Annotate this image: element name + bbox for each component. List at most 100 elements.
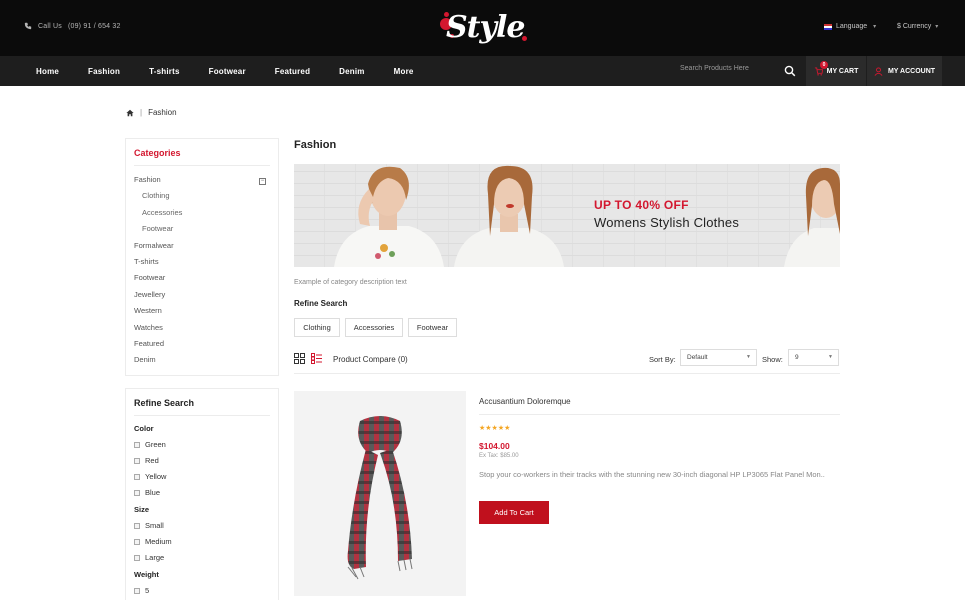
category-item[interactable]: Denim — [134, 355, 274, 371]
chevron-down-icon: ▾ — [935, 24, 939, 30]
weight-option-5[interactable]: 5 — [134, 586, 149, 595]
home-icon[interactable] — [126, 109, 134, 117]
category-item[interactable]: Footwear — [134, 224, 274, 240]
product-compare-link[interactable]: Product Compare (0) — [333, 355, 408, 364]
checkbox[interactable] — [134, 522, 140, 529]
category-item[interactable]: Fashion — [134, 175, 274, 191]
main-menu: Home Fashion T-shirts Footwear Featured … — [36, 56, 443, 86]
chevron-down-icon: ▾ — [873, 24, 877, 30]
top-bar: Call Us (09) 91 / 654 32 Style Language … — [0, 0, 965, 56]
color-option-green[interactable]: Green — [134, 440, 166, 449]
option-label: 5 — [145, 586, 150, 595]
category-item[interactable]: Accessories — [134, 208, 274, 224]
call-us: Call Us (09) 91 / 654 32 — [24, 22, 121, 30]
breadcrumb-separator: | — [140, 108, 143, 117]
checkbox[interactable] — [134, 441, 140, 448]
subcategory-clothing[interactable]: Clothing — [294, 318, 340, 337]
option-label: Blue — [145, 488, 161, 497]
color-filter-label: Color — [134, 424, 154, 433]
category-item[interactable]: T-shirts — [134, 257, 274, 273]
divider — [294, 373, 840, 374]
nav-item-footwear[interactable]: Footwear — [209, 67, 246, 76]
show-label: Show: — [762, 355, 783, 364]
subcategory-footwear[interactable]: Footwear — [408, 318, 457, 337]
account-button[interactable]: MY ACCOUNT — [867, 56, 942, 86]
grid-view-icon[interactable] — [294, 353, 305, 364]
currency-selector[interactable]: $ Currency ▾ — [897, 23, 938, 30]
nav-item-tshirts[interactable]: T-shirts — [149, 67, 180, 76]
model-image — [784, 167, 840, 267]
show-select[interactable]: 9 ▼ — [788, 349, 839, 366]
checkbox[interactable] — [134, 457, 140, 464]
refine-title: Refine Search — [134, 398, 195, 408]
checkbox[interactable] — [134, 538, 140, 545]
model-image — [334, 166, 444, 267]
checkbox[interactable] — [134, 473, 140, 480]
add-to-cart-button[interactable]: Add To Cart — [479, 501, 549, 524]
checkbox[interactable] — [134, 554, 140, 561]
category-item[interactable]: Clothing — [134, 191, 274, 207]
size-option-small[interactable]: Small — [134, 521, 164, 530]
category-description: Example of category description text — [294, 279, 407, 286]
list-view-icon[interactable] — [311, 353, 322, 364]
size-option-large[interactable]: Large — [134, 553, 164, 562]
refine-search-label: Refine Search — [294, 299, 348, 308]
category-banner: UP TO 40% OFF Womens Stylish Clothes — [294, 164, 840, 267]
category-item[interactable]: Formalwear — [134, 241, 274, 257]
size-option-medium[interactable]: Medium — [134, 537, 172, 546]
color-option-blue[interactable]: Blue — [134, 488, 160, 497]
sort-select[interactable]: Default ▼ — [680, 349, 757, 366]
cart-label: MY CART — [826, 67, 859, 75]
chevron-down-icon: ▼ — [746, 354, 751, 360]
nav-item-more[interactable]: More — [394, 67, 414, 76]
category-item[interactable]: Footwear — [134, 273, 274, 289]
category-item[interactable]: Jewellery — [134, 290, 274, 306]
banner-discount: UP TO 40% OFF — [594, 198, 689, 212]
scarf-image — [347, 416, 413, 580]
product-name[interactable]: Accusantium Doloremque — [479, 397, 571, 406]
banner-headline: Womens Stylish Clothes — [594, 215, 740, 230]
color-option-red[interactable]: Red — [134, 456, 159, 465]
categories-title: Categories — [134, 148, 181, 158]
checkbox[interactable] — [134, 587, 140, 594]
category-item[interactable]: Western — [134, 306, 274, 322]
option-label: Small — [145, 521, 164, 530]
sort-value: Default — [687, 354, 708, 361]
category-item[interactable]: Featured — [134, 339, 274, 355]
cart-count-badge: 0 — [820, 61, 828, 69]
product-price: $104.00 — [479, 441, 510, 451]
sort-label: Sort By: — [649, 355, 676, 364]
product-description: Stop your co-workers in their tracks wit… — [479, 470, 825, 479]
language-label: Language — [836, 23, 868, 30]
show-value: 9 — [795, 354, 799, 361]
option-label: Medium — [145, 537, 172, 546]
language-selector[interactable]: Language ▾ — [824, 23, 876, 30]
nav-item-fashion[interactable]: Fashion — [88, 67, 120, 76]
category-list: Fashion Clothing Accessories Footwear Fo… — [134, 175, 274, 372]
nav-item-home[interactable]: Home — [36, 67, 59, 76]
option-label: Green — [145, 440, 166, 449]
subcategory-accessories[interactable]: Accessories — [345, 318, 403, 337]
divider — [134, 415, 270, 416]
search-input[interactable]: Search Products Here — [680, 65, 749, 72]
star-rating-icon: ★★★★★ — [479, 425, 511, 432]
breadcrumb-current[interactable]: Fashion — [148, 108, 176, 117]
category-item[interactable]: Watches — [134, 323, 274, 339]
store-logo[interactable]: Style — [440, 8, 530, 48]
size-filter-label: Size — [134, 505, 150, 514]
search-icon[interactable] — [784, 65, 796, 77]
page-title: Fashion — [294, 139, 337, 151]
nav-item-denim[interactable]: Denim — [339, 67, 364, 76]
nav-item-featured[interactable]: Featured — [275, 67, 310, 76]
product-image[interactable] — [294, 391, 466, 596]
option-label: Yellow — [145, 472, 167, 481]
phone-icon — [24, 22, 32, 30]
checkbox[interactable] — [134, 489, 140, 496]
call-label: Call Us — [38, 22, 62, 30]
option-label: Red — [145, 456, 159, 465]
flag-icon — [824, 23, 832, 30]
color-option-yellow[interactable]: Yellow — [134, 472, 166, 481]
user-icon — [874, 66, 883, 76]
cart-button[interactable]: 0 MY CART — [806, 56, 866, 86]
categories-panel: Categories − Fashion Clothing Accessorie… — [125, 138, 279, 376]
